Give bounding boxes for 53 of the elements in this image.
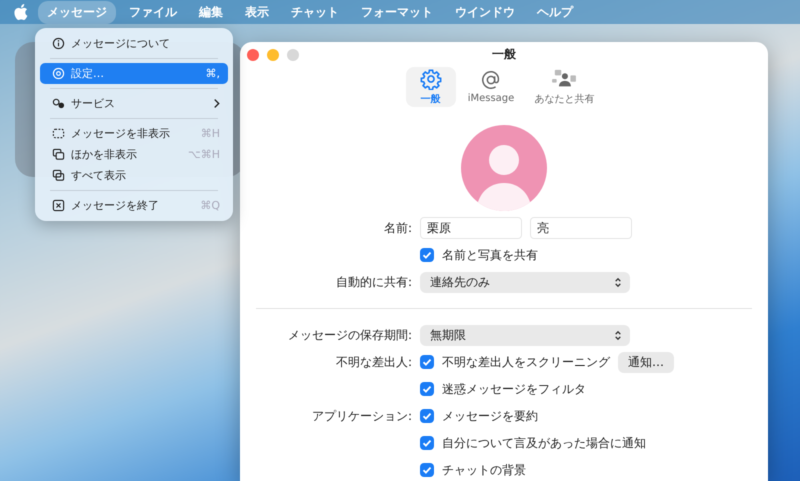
menu-item[interactable]: メッセージを終了 ⌘Q	[40, 195, 228, 216]
popup-button[interactable]: 連絡先のみ	[420, 272, 630, 292]
window-title: 一般	[492, 46, 516, 63]
form-label: 自動的に共有:	[336, 274, 412, 290]
up-down-chevron-icon	[614, 330, 622, 340]
toolbar-tab[interactable]: あなたと共有	[526, 66, 602, 107]
checkbox-label: 名前と写真を共有	[442, 246, 538, 264]
menu-item[interactable]: サービス	[40, 93, 228, 114]
checkbox[interactable]	[420, 382, 434, 396]
menubar-item[interactable]: チャット	[282, 0, 348, 24]
close-icon	[52, 199, 65, 212]
checkbox-label: 迷惑メッセージをフィルタ	[442, 380, 586, 398]
up-down-chevron-icon	[614, 276, 622, 288]
close-window-button[interactable]	[247, 49, 259, 61]
checkbox-label: メッセージを要約	[442, 408, 538, 424]
checkbox-label: チャットの背景	[442, 462, 526, 478]
shortcut-label: ⌘Q	[200, 199, 220, 212]
notify-button[interactable]: 通知…	[618, 352, 674, 372]
at-sign-icon	[480, 69, 502, 92]
toolbar-tab[interactable]: iMessage	[460, 66, 522, 107]
form-label: 名前:	[384, 220, 412, 236]
menu-item[interactable]: ほかを非表示 ⌥⌘H	[40, 144, 228, 165]
menu-item[interactable]: 設定… ⌘,	[40, 63, 228, 84]
menubar-item[interactable]: ファイル	[120, 0, 186, 24]
form-label: 不明な差出人:	[336, 354, 412, 370]
checkbox[interactable]	[420, 463, 434, 477]
name-field[interactable]: 亮	[530, 217, 632, 239]
popup-button[interactable]: 無期限	[420, 324, 630, 346]
name-field[interactable]: 栗原	[420, 217, 522, 239]
toolbar-tab[interactable]: 一般	[406, 66, 456, 107]
hide-icon	[52, 127, 65, 140]
checkbox[interactable]	[420, 409, 434, 423]
menubar-item[interactable]: 編集	[190, 0, 232, 24]
windows-icon	[52, 148, 65, 161]
shortcut-label: ⌘H	[200, 127, 220, 140]
windows-icon	[52, 169, 65, 182]
shortcut-label: ⌥⌘H	[188, 148, 220, 161]
apple-logo-icon[interactable]	[14, 4, 28, 20]
form-label: アプリケーション:	[312, 408, 412, 424]
checkbox-label: 不明な差出人をスクリーニング	[442, 354, 610, 370]
info-icon	[52, 37, 65, 50]
checkbox[interactable]	[420, 355, 434, 369]
menubar-item[interactable]: 表示	[236, 0, 278, 24]
checkbox-label: 自分について言及があった場合に通知	[442, 434, 646, 452]
shortcut-label: ⌘,	[206, 67, 220, 80]
profile-avatar[interactable]	[461, 125, 547, 211]
menu-item[interactable]: すべて表示	[40, 165, 228, 186]
menu-item[interactable]: メッセージを非表示 ⌘H	[40, 123, 228, 144]
checkbox[interactable]	[420, 248, 434, 262]
checkbox[interactable]	[420, 436, 434, 450]
menu-item[interactable]: メッセージについて	[40, 33, 228, 54]
form-label: メッセージの保存期間:	[288, 326, 412, 344]
menubar-item[interactable]: フォーマット	[352, 0, 442, 24]
